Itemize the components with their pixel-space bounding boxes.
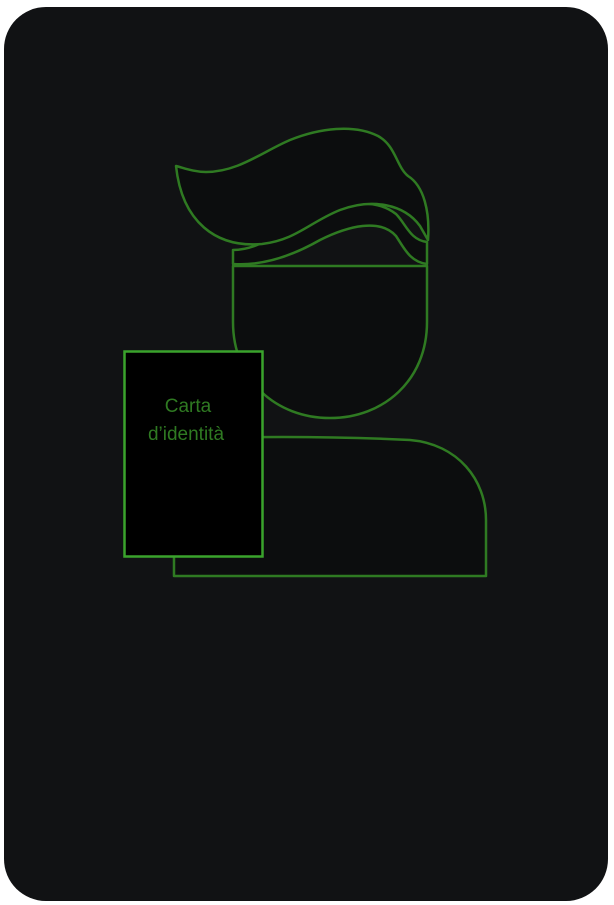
illustration-canvas: Carta d’identità (0, 0, 614, 905)
id-card-label-line2: d’identità (148, 424, 224, 445)
id-card-label-line1: Carta (165, 396, 212, 417)
identity-illustration: Carta d’identità (4, 7, 608, 901)
id-card-icon: Carta d’identità (123, 350, 264, 558)
id-card-frame (123, 350, 264, 558)
